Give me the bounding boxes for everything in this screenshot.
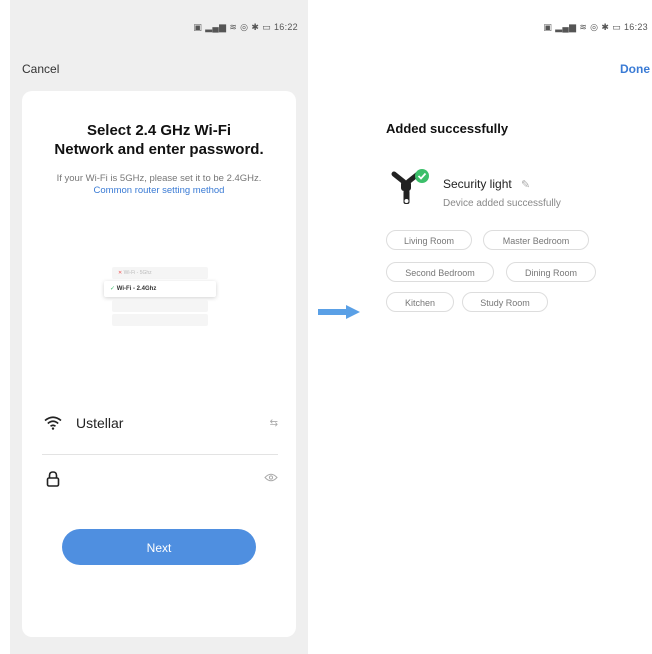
room-chip-kitchen[interactable]: Kitchen (386, 292, 454, 312)
wifi-name-field[interactable]: Ustellar ⇆ (42, 409, 278, 437)
battery-icon: ▭ (262, 21, 271, 32)
wifi-status-icon: ≋ (579, 21, 588, 32)
lock-icon (42, 471, 64, 487)
bluetooth-icon: ✱ (601, 21, 610, 32)
title-line-1: Select 2.4 GHz Wi-Fi (86, 122, 232, 139)
wifi-illustration: ✕ Wi-Fi - 5Ghz ✓ Wi-Fi - 2.4Ghz (104, 267, 216, 333)
page-title: Select 2.4 GHz Wi-Fi Network and enter p… (22, 121, 296, 159)
wifi-icon (42, 416, 64, 430)
edit-icon[interactable]: ✎ (521, 178, 530, 191)
signal-icon: ▂▄▆ (555, 21, 577, 32)
room-chip-study-room[interactable]: Study Room (462, 292, 548, 312)
router-setting-link[interactable]: Common router setting method (94, 185, 225, 196)
signal-icon: ▂▄▆ (205, 21, 227, 32)
title-line-2: Network and enter password. (54, 141, 264, 158)
arrow-right-icon (318, 305, 360, 319)
password-field[interactable] (42, 465, 278, 493)
wifi-status-icon: ≋ (229, 21, 238, 32)
sim-icon: ▣ (193, 21, 203, 32)
swap-icon[interactable]: ⇆ (270, 418, 278, 429)
check-icon: ✓ (110, 286, 116, 292)
device-status: Device added successfully (443, 198, 561, 209)
security-light-icon (391, 169, 429, 204)
wifi-name-value: Ustellar (76, 415, 124, 431)
battery-icon: ▭ (612, 21, 621, 32)
device-item: Security light ✎ Device added successful… (386, 168, 646, 214)
status-bar: ▣ ▂▄▆ ≋ ◎ ✱ ▭ 16:22 (193, 22, 298, 32)
illus-row-blank-2 (112, 314, 208, 326)
illus-row-5ghz: ✕ Wi-Fi - 5Ghz (112, 267, 208, 279)
device-added-screen: ▣ ▂▄▆ ≋ ◎ ✱ ▭ 16:23 Done Added successfu… (372, 0, 652, 654)
illus-row-blank-1 (112, 300, 208, 312)
hint-text: If your Wi-Fi is 5GHz, please set it to … (42, 173, 276, 197)
room-chip-second-bedroom[interactable]: Second Bedroom (386, 262, 494, 282)
status-time: 16:22 (273, 22, 298, 32)
cancel-button[interactable]: Cancel (22, 62, 59, 76)
cross-icon: ✕ (118, 270, 123, 276)
device-name: Security light ✎ (443, 177, 531, 191)
page-title: Added successfully (386, 121, 509, 136)
room-chip-master-bedroom[interactable]: Master Bedroom (483, 230, 589, 250)
status-bar: ▣ ▂▄▆ ≋ ◎ ✱ ▭ 16:23 (543, 22, 648, 32)
next-button[interactable]: Next (62, 529, 256, 565)
alarm-icon: ◎ (240, 21, 249, 32)
wifi-card: Select 2.4 GHz Wi-Fi Network and enter p… (22, 91, 296, 637)
bluetooth-icon: ✱ (251, 21, 260, 32)
done-button[interactable]: Done (620, 62, 650, 76)
room-chip-living-room[interactable]: Living Room (386, 230, 472, 250)
divider (42, 454, 278, 455)
status-time: 16:23 (623, 22, 648, 32)
room-chip-dining-room[interactable]: Dining Room (506, 262, 596, 282)
illus-row-24ghz: ✓ Wi-Fi - 2.4Ghz (104, 281, 216, 297)
sim-icon: ▣ (543, 21, 553, 32)
eye-icon[interactable] (264, 473, 278, 485)
hint-message: If your Wi-Fi is 5GHz, please set it to … (56, 173, 262, 184)
alarm-icon: ◎ (590, 21, 599, 32)
wifi-setup-screen: ▣ ▂▄▆ ≋ ◎ ✱ ▭ 16:22 Cancel Select 2.4 GH… (10, 0, 308, 654)
